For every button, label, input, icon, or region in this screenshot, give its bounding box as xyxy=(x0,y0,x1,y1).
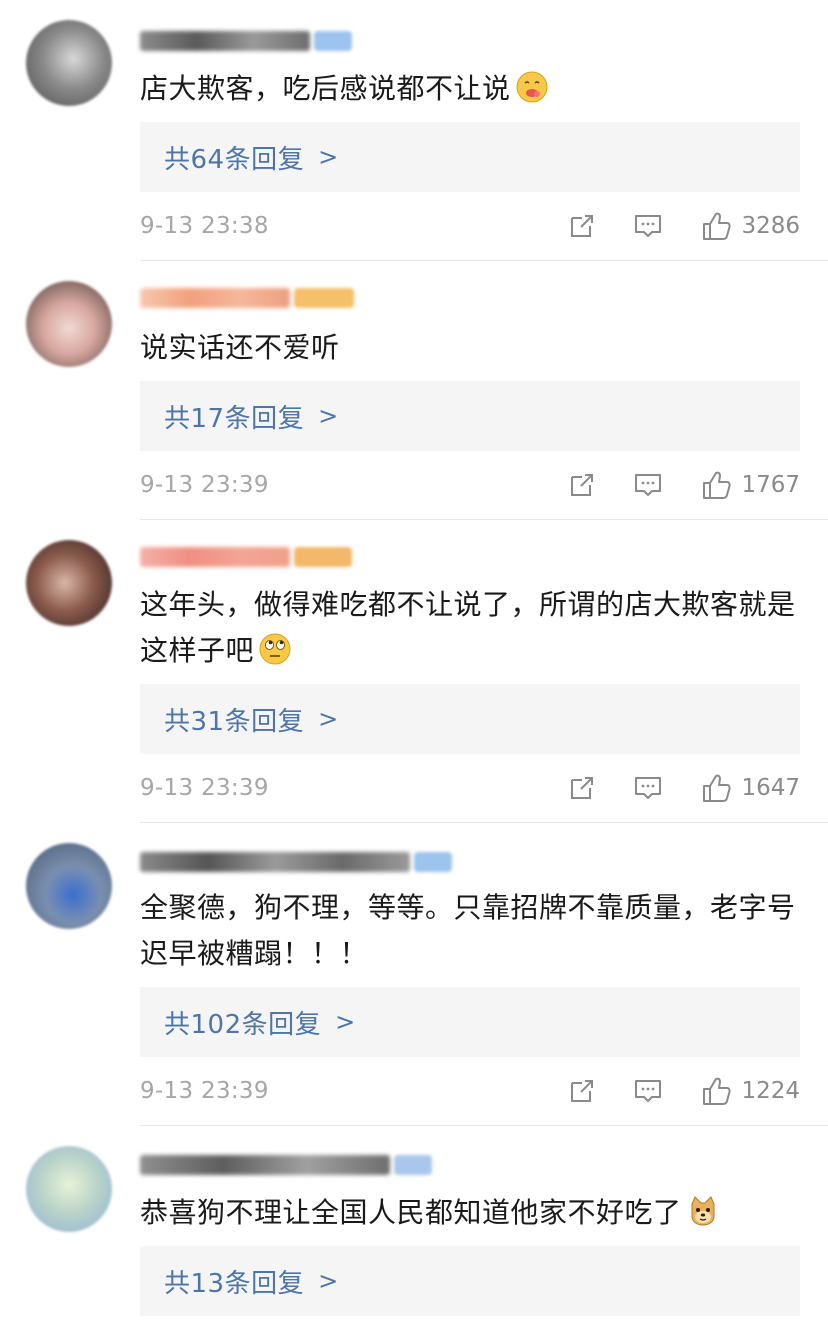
like-button[interactable]: 1767 xyxy=(701,469,800,501)
comment-item: 全聚德，狗不理，等等。只靠招牌不靠质量，老字号迟早被糟蹋！！！ 共102条回复 … xyxy=(0,823,828,1126)
thumbs-up-icon xyxy=(703,1077,732,1105)
avatar[interactable] xyxy=(26,843,112,929)
reply-count-label: 共64条回复 xyxy=(164,144,305,175)
timestamp: 9-13 23:39 xyxy=(140,775,269,801)
username-blurred[interactable] xyxy=(140,28,352,54)
thumbs-up-icon xyxy=(703,774,732,802)
thumbs-up-icon xyxy=(703,471,732,499)
comment-text: 说实话还不爱听 xyxy=(140,331,340,364)
yum-emoji-icon xyxy=(516,71,548,103)
view-replies-button[interactable]: 共64条回复 > xyxy=(140,122,800,192)
comment-meta: 9-13 23:39 1647 xyxy=(140,768,800,808)
vip-badge-icon xyxy=(294,288,354,308)
like-count: 1224 xyxy=(741,1078,800,1104)
share-icon[interactable] xyxy=(567,773,597,803)
timestamp: 9-13 23:39 xyxy=(140,472,269,498)
username-blurred[interactable] xyxy=(140,285,354,311)
reply-count-label: 共31条回复 xyxy=(164,706,305,737)
like-button[interactable]: 3286 xyxy=(701,210,800,242)
comment-icon[interactable] xyxy=(633,470,663,500)
vip-badge-icon xyxy=(414,852,452,872)
comment-text: 恭喜狗不理让全国人民都知道他家不好吃了 xyxy=(140,1190,798,1236)
avatar[interactable] xyxy=(26,540,112,626)
comment-icon[interactable] xyxy=(633,1076,663,1106)
comment-item: 这年头，做得难吃都不让说了，所谓的店大欺客就是这样子吧 共31条回复 > 9-1… xyxy=(0,520,828,823)
comment-meta: 9-13 23:38 3286 xyxy=(140,206,800,246)
eye-roll-emoji-icon xyxy=(259,633,291,665)
doge-emoji-icon xyxy=(691,1196,715,1226)
reply-count-label: 共13条回复 xyxy=(164,1268,305,1299)
share-icon[interactable] xyxy=(567,211,597,241)
view-replies-button[interactable]: 共102条回复 > xyxy=(140,987,800,1057)
comment-actions: 1767 xyxy=(567,469,800,501)
avatar[interactable] xyxy=(26,281,112,367)
comment-meta: 9-13 23:39 1767 xyxy=(140,465,800,505)
comment-text: 店大欺客，吃后感说都不让说 xyxy=(140,66,798,112)
chevron-right-icon: > xyxy=(318,143,339,171)
comment-actions: 1647 xyxy=(567,772,800,804)
comment-item: 店大欺客，吃后感说都不让说 共64条回复 > 9-13 23:38 3286 xyxy=(0,0,828,261)
like-button[interactable]: 1647 xyxy=(701,772,800,804)
chevron-right-icon: > xyxy=(318,402,339,430)
view-replies-button[interactable]: 共31条回复 > xyxy=(140,684,800,754)
view-replies-button[interactable]: 共17条回复 > xyxy=(140,381,800,451)
share-icon[interactable] xyxy=(567,470,597,500)
vip-badge-icon xyxy=(294,547,352,567)
like-count: 3286 xyxy=(741,213,800,239)
comment-text: 这年头，做得难吃都不让说了，所谓的店大欺客就是这样子吧 xyxy=(140,588,796,667)
chevron-right-icon: > xyxy=(318,705,339,733)
vip-badge-icon xyxy=(314,31,352,51)
like-button[interactable]: 1224 xyxy=(701,1075,800,1107)
username-blurred[interactable] xyxy=(140,1152,432,1178)
username-blurred[interactable] xyxy=(140,849,452,875)
comment-item: 恭喜狗不理让全国人民都知道他家不好吃了 共13条回复 > xyxy=(0,1126,828,1330)
avatar[interactable] xyxy=(26,20,112,106)
like-count: 1647 xyxy=(741,775,800,801)
comment-actions: 1224 xyxy=(567,1075,800,1107)
reply-count-label: 共17条回复 xyxy=(164,403,305,434)
timestamp: 9-13 23:38 xyxy=(140,213,269,239)
view-replies-button[interactable]: 共13条回复 > xyxy=(140,1246,800,1316)
chevron-right-icon: > xyxy=(318,1267,339,1295)
comment-actions: 3286 xyxy=(567,210,800,242)
timestamp: 9-13 23:39 xyxy=(140,1078,269,1104)
reply-count-label: 共102条回复 xyxy=(164,1009,322,1040)
comment-text: 全聚德，狗不理，等等。只靠招牌不靠质量，老字号迟早被糟蹋！！！ xyxy=(140,891,796,970)
comment-icon[interactable] xyxy=(633,211,663,241)
thumbs-up-icon xyxy=(703,212,732,240)
chevron-right-icon: > xyxy=(335,1008,356,1036)
share-icon[interactable] xyxy=(567,1076,597,1106)
comment-icon[interactable] xyxy=(633,773,663,803)
username-blurred[interactable] xyxy=(140,544,352,570)
avatar[interactable] xyxy=(26,1146,112,1232)
vip-badge-icon xyxy=(394,1155,432,1175)
like-count: 1767 xyxy=(741,472,800,498)
comment-meta: 9-13 23:39 1224 xyxy=(140,1071,800,1111)
comment-item: 说实话还不爱听 共17条回复 > 9-13 23:39 1767 xyxy=(0,261,828,520)
